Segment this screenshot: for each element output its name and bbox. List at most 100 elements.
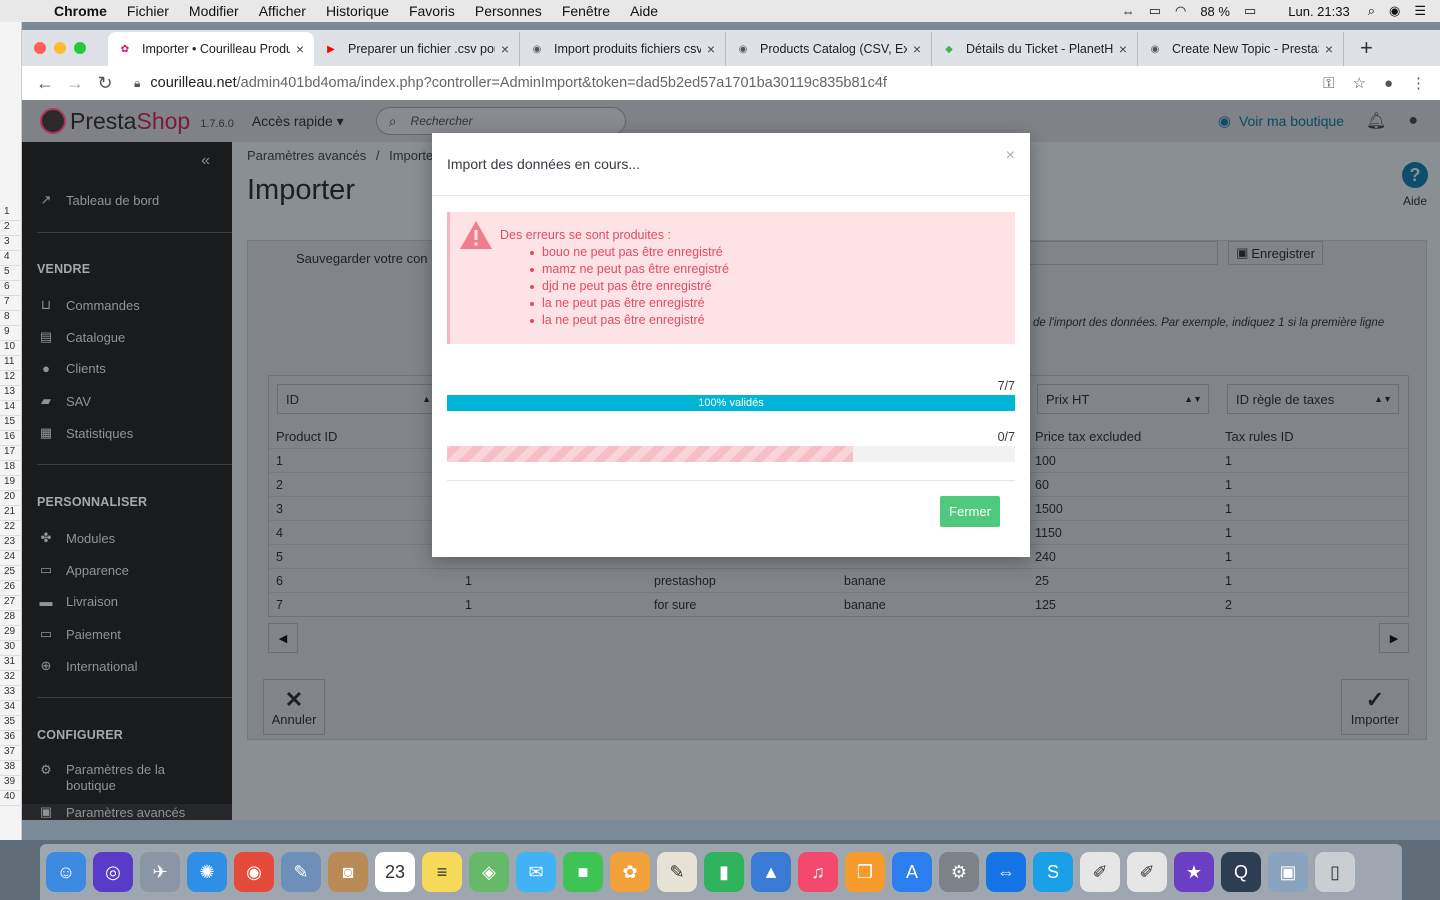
browser-tab[interactable]: ◉ Products Catalog (CSV, Excel) × [726,32,932,66]
sidebar-item-shop-parameters[interactable]: ⚙ Paramètres de la boutique [22,762,232,794]
scroll-right-button[interactable]: ▶ [1379,623,1409,653]
app-store-dock-icon[interactable]: A [892,852,932,892]
modal-close-icon[interactable]: × [1006,147,1015,165]
facetime-dock-icon[interactable]: ■ [563,852,603,892]
siri-dock-icon[interactable]: ◎ [93,852,133,892]
chrome-dock-icon[interactable]: ◉ [234,852,274,892]
preview-dock-icon[interactable]: ✎ [281,852,321,892]
menu-personnes[interactable]: Personnes [475,3,542,19]
notifications-bell-icon[interactable]: 🔔︎ [1366,111,1386,131]
close-window-button[interactable] [34,42,46,54]
browser-tab[interactable]: ◉ Create New Topic - PrestaShop × [1138,32,1344,66]
sidebar-item-stats[interactable]: ▦ Statistiques [22,425,232,441]
sidebar-item-modules[interactable]: ✤ Modules [22,530,232,546]
menu-fichier[interactable]: Fichier [127,3,169,19]
sidebar-item-customer-service[interactable]: ▰ SAV [22,393,232,409]
quick-access-dropdown[interactable]: Accès rapide ▾ [252,113,344,130]
column-select-price[interactable]: Prix HT ▲▼ [1037,384,1209,414]
url-field[interactable]: 🔒︎ courilleau.net/admin401bd4oma/index.p… [134,70,1305,96]
spotlight-icon[interactable]: ⌕ [1368,3,1375,19]
siri-icon[interactable]: ◉ [1389,3,1400,19]
bookmark-star-icon[interactable]: ☆ [1352,74,1365,92]
airplay-icon[interactable]: ▭ [1149,3,1161,19]
new-tab-button[interactable]: + [1360,35,1373,61]
menu-afficher[interactable]: Afficher [259,3,306,19]
clock[interactable]: Lun. 21:33 [1288,4,1349,19]
save-config-button[interactable]: ▣ Enregistrer [1228,241,1323,265]
sidebar-item-shipping[interactable]: ▬ Livraison [22,594,232,609]
tab-close-icon[interactable]: × [501,41,509,57]
sidebar-item-customers[interactable]: ● Clients [22,361,232,376]
menu-favoris[interactable]: Favoris [409,3,455,19]
close-modal-button[interactable]: Fermer [940,496,1000,527]
trash-dock-icon[interactable]: ▯ [1315,852,1355,892]
sidebar-item-international[interactable]: ⊕ International [22,658,232,674]
numbers-dock-icon[interactable]: ▮ [704,852,744,892]
tab-close-icon[interactable]: × [707,41,715,57]
notes-dock-icon[interactable]: ≡ [422,852,462,892]
browser-tab[interactable]: ◆ Détails du Ticket - PlanetHoster × [932,32,1138,66]
teamviewer-dock-icon[interactable]: ⇔ [986,852,1026,892]
contacts-dock-icon[interactable]: ◙ [328,852,368,892]
teamviewer-status-icon[interactable]: ⇔ [1122,4,1135,19]
image-capture-dock-icon[interactable]: ▣ [1268,852,1308,892]
lock-icon[interactable]: 🔒︎ [134,76,140,91]
system-preferences-dock-icon[interactable]: ⚙ [939,852,979,892]
sidebar-item-appearance[interactable]: ▭ Apparence [22,562,232,578]
keynote-dock-icon[interactable]: ▲ [751,852,791,892]
launchpad-dock-icon[interactable]: ✈ [140,852,180,892]
cancel-button[interactable]: ✕ Annuler [263,679,325,735]
photos-dock-icon[interactable]: ✿ [610,852,650,892]
breadcrumb-parent[interactable]: Paramètres avancés [247,148,366,163]
view-shop-link[interactable]: ◉ Voir ma boutique [1218,112,1344,130]
notification-center-icon[interactable]: ☰ [1414,3,1426,19]
menu-modifier[interactable]: Modifier [189,3,239,19]
admin-search-input[interactable]: ⌕ Rechercher [375,107,626,135]
employee-avatar-icon[interactable]: ● [1408,112,1418,130]
zoom-window-button[interactable] [74,42,86,54]
battery-icon[interactable]: ▭ [1244,3,1256,19]
quicktime-dock-icon[interactable]: Q [1221,852,1261,892]
collapse-sidebar-icon[interactable]: « [201,152,210,170]
music-dock-icon[interactable]: ♫ [798,852,838,892]
tab-close-icon[interactable]: × [1119,41,1127,57]
column-select-tax[interactable]: ID règle de taxes ▲▼ [1227,384,1399,414]
finder-dock-icon[interactable]: ☺ [46,852,86,892]
back-icon[interactable]: ← [30,73,60,94]
reload-icon[interactable]: ↻ [90,73,120,94]
profile-avatar-icon[interactable]: ● [1384,75,1393,92]
forward-icon[interactable]: → [60,73,90,94]
sidebar-item-advanced-parameters[interactable]: ▣ Paramètres avancés [22,804,232,820]
imovie-dock-icon[interactable]: ★ [1174,852,1214,892]
messages-dock-icon[interactable]: ✉ [516,852,556,892]
ps-logo[interactable]: PrestaShop 1.7.6.0 [40,108,234,135]
skype-dock-icon[interactable]: S [1033,852,1073,892]
tab-close-icon[interactable]: × [296,41,304,57]
save-config-input[interactable] [1028,241,1218,265]
browser-tab[interactable]: ▶ Preparer un fichier .csv pour × [314,32,520,66]
column-select-1[interactable]: ID▲▼ [277,384,447,414]
key-icon[interactable]: ⚿ [1323,75,1334,92]
keynote-doc-dock-icon[interactable]: ✎ [657,852,697,892]
sidebar-item-dashboard[interactable]: ↗ Tableau de bord [22,192,232,208]
scroll-left-button[interactable]: ◀ [268,623,298,653]
sidebar-item-catalog[interactable]: ▤ Catalogue [22,329,232,345]
wifi-icon[interactable]: ◠ [1175,3,1186,19]
calendar-dock-icon[interactable]: 23 [375,852,415,892]
textedit-2-dock-icon[interactable]: ✐ [1127,852,1167,892]
sidebar-item-orders[interactable]: ⊔ Commandes [22,297,232,313]
textedit-dock-icon[interactable]: ✐ [1080,852,1120,892]
menu-aide[interactable]: Aide [630,3,658,19]
safari-dock-icon[interactable]: ✺ [187,852,227,892]
browser-tab[interactable]: ◉ Import produits fichiers csv × [520,32,726,66]
sidebar-item-payment[interactable]: ▭ Paiement [22,626,232,642]
tab-close-icon[interactable]: × [913,41,921,57]
import-button[interactable]: ✓ Importer [1341,679,1409,735]
chrome-menu-icon[interactable]: ⋮ [1411,74,1426,92]
tab-close-icon[interactable]: × [1325,41,1333,57]
battery-percent[interactable]: 88 % [1200,4,1230,19]
menu-historique[interactable]: Historique [326,3,389,19]
maps-dock-icon[interactable]: ◈ [469,852,509,892]
books-dock-icon[interactable]: ❐ [845,852,885,892]
browser-tab[interactable]: ✿ Importer • Courilleau Produits × [108,32,314,66]
